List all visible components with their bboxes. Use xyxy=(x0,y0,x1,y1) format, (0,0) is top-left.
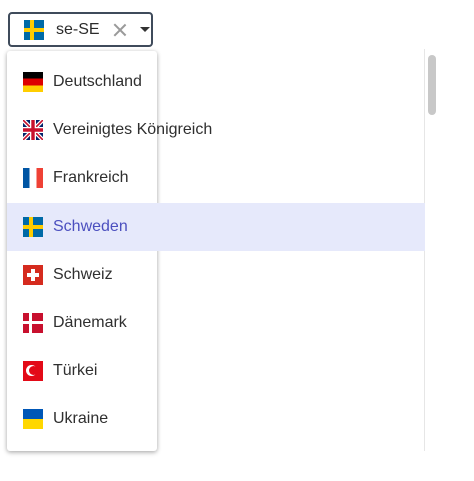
option-schweden[interactable]: Schweden xyxy=(7,203,425,251)
option-label: Türkei xyxy=(53,362,98,379)
chevron-down-icon[interactable] xyxy=(139,27,150,32)
flag-sweden-icon xyxy=(23,217,43,237)
option-frankreich[interactable]: Frankreich xyxy=(7,154,129,202)
option-schweiz[interactable]: Schweiz xyxy=(7,251,113,299)
flag-united-kingdom-icon xyxy=(23,120,43,140)
scrollbar-thumb[interactable] xyxy=(428,55,436,115)
selected-locale-value: se-SE xyxy=(56,20,100,38)
flag-switzerland-icon xyxy=(23,265,43,285)
flag-ukraine-icon xyxy=(23,409,43,429)
flag-germany-icon xyxy=(23,72,43,92)
flag-turkey-icon xyxy=(23,361,43,381)
flag-denmark-icon xyxy=(23,313,43,333)
option-ukraine[interactable]: Ukraine xyxy=(7,395,108,443)
option-tuerkei[interactable]: Türkei xyxy=(7,347,97,395)
locale-select[interactable]: se-SE xyxy=(8,12,153,47)
option-label: Deutschland xyxy=(53,73,142,90)
locale-dropdown-menu: Deutschland Vereinigtes Königreich Frank… xyxy=(7,51,425,451)
option-daenemark[interactable]: Dänemark xyxy=(7,299,127,347)
option-vereinigtes-koenigreich[interactable]: Vereinigtes Königreich xyxy=(7,106,212,154)
option-label: Vereinigtes Königreich xyxy=(53,121,213,138)
option-deutschland[interactable]: Deutschland xyxy=(7,58,142,106)
option-label: Schweden xyxy=(53,218,128,235)
option-label: Ukraine xyxy=(53,410,109,427)
option-label: Dänemark xyxy=(53,314,127,331)
flag-france-icon xyxy=(23,168,43,188)
flag-sweden-icon xyxy=(24,19,44,40)
option-label: Frankreich xyxy=(53,169,129,186)
option-label: Schweiz xyxy=(53,266,113,283)
clear-icon[interactable] xyxy=(112,22,128,38)
